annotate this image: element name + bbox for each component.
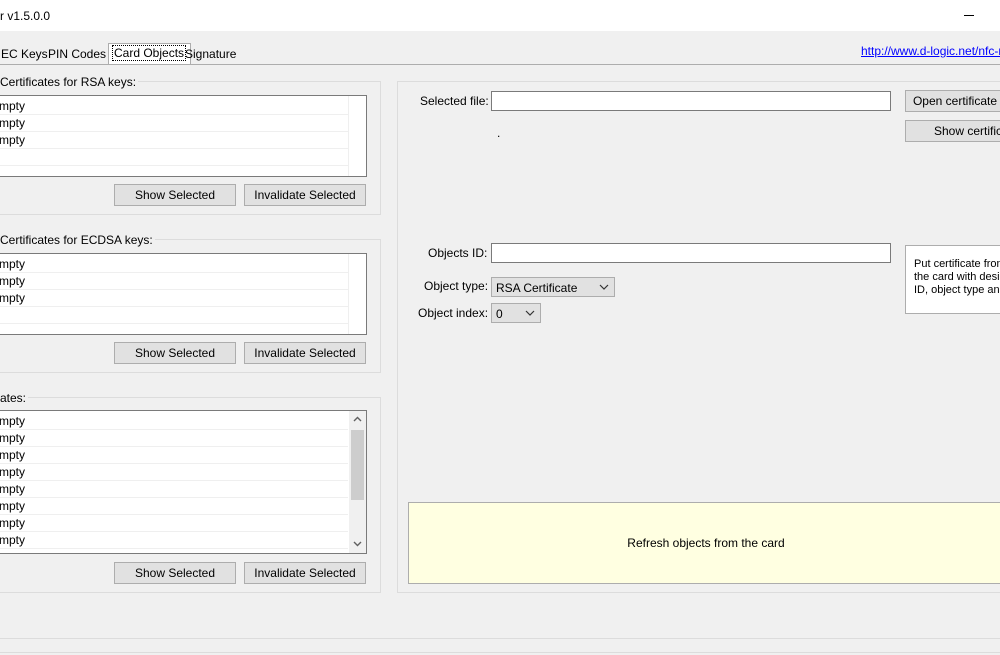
show-certificate-button[interactable]: Show certifica	[905, 120, 1000, 142]
object-index-label: Object index:	[418, 306, 489, 320]
list-item-empty[interactable]	[0, 307, 348, 324]
list-item[interactable]: mpty	[0, 413, 348, 430]
ecdsa-invalidate-selected-button[interactable]: Invalidate Selected	[244, 342, 366, 364]
info-line: ID, object type and	[914, 284, 1000, 296]
info-line: the card with desig	[914, 271, 1000, 283]
tab-label: PIN Codes	[48, 47, 107, 61]
list-item[interactable]: mpty	[0, 532, 348, 549]
ca-show-selected-button[interactable]: Show Selected	[114, 562, 236, 584]
list-item-empty[interactable]	[0, 149, 348, 166]
selected-file-info: .	[497, 126, 501, 140]
list-item[interactable]: mpty	[0, 430, 348, 447]
scroll-up-icon[interactable]	[349, 411, 366, 428]
tab-pin-codes[interactable]: PIN Codes	[44, 45, 111, 64]
tab-card-objects[interactable]: Card Objects	[108, 43, 192, 64]
website-link[interactable]: http://www.d-logic.net/nfc-rfi	[861, 44, 1000, 58]
list-item[interactable]: mpty	[0, 290, 348, 307]
column-divider	[348, 96, 349, 176]
status-divider	[0, 652, 1000, 653]
status-divider	[0, 638, 1000, 639]
rsa-show-selected-button[interactable]: Show Selected	[114, 184, 236, 206]
info-line: Put certificate from	[914, 258, 1000, 270]
ca-list-scrollbar[interactable]	[349, 411, 366, 553]
selected-file-input[interactable]	[491, 91, 891, 111]
object-type-label: Object type:	[424, 279, 489, 293]
ca-certificate-list[interactable]: mpty mpty mpty mpty mpty mpty mpty mpty	[0, 410, 367, 554]
object-type-value: RSA Certificate	[496, 281, 578, 295]
refresh-objects-button[interactable]: Refresh objects from the card	[408, 502, 1000, 584]
minimize-icon	[964, 15, 974, 16]
title-bar	[0, 0, 1000, 31]
window-title: r v1.5.0.0	[0, 9, 51, 23]
list-item[interactable]: mpty	[0, 273, 348, 290]
tab-label: EC Keys	[1, 47, 48, 61]
scroll-thumb[interactable]	[351, 430, 364, 500]
object-index-select[interactable]: 0	[491, 303, 541, 323]
objects-id-input[interactable]	[491, 243, 891, 263]
list-item[interactable]: mpty	[0, 515, 348, 532]
list-item[interactable]: mpty	[0, 464, 348, 481]
tab-signature[interactable]: Signature	[181, 45, 241, 64]
open-certificate-button[interactable]: Open certificate	[905, 90, 1000, 112]
object-type-select[interactable]: RSA Certificate	[491, 277, 615, 297]
objects-id-label: Objects ID:	[428, 246, 488, 260]
object-index-value: 0	[496, 307, 503, 321]
list-item[interactable]: mpty	[0, 115, 348, 132]
tab-divider	[0, 64, 1000, 65]
list-item[interactable]: mpty	[0, 256, 348, 273]
selected-file-label: Selected file:	[420, 94, 489, 108]
rsa-group-title: Certificates for RSA keys:	[0, 75, 139, 89]
list-item[interactable]: mpty	[0, 481, 348, 498]
rsa-certificate-list[interactable]: mpty mpty mpty	[0, 95, 367, 177]
list-item[interactable]: mpty	[0, 498, 348, 515]
chevron-down-icon	[599, 284, 609, 290]
ca-group-title: ates:	[0, 391, 29, 405]
list-item[interactable]: mpty	[0, 132, 348, 149]
chevron-down-icon	[525, 310, 535, 316]
minimize-button[interactable]	[950, 0, 988, 31]
put-certificate-button[interactable]: Put certificate from the card with desig…	[905, 245, 1000, 314]
column-divider	[348, 254, 349, 334]
tab-label: Signature	[185, 47, 237, 61]
ecdsa-certificate-list[interactable]: mpty mpty mpty	[0, 253, 367, 335]
ca-invalidate-selected-button[interactable]: Invalidate Selected	[244, 562, 366, 584]
ecdsa-show-selected-button[interactable]: Show Selected	[114, 342, 236, 364]
scroll-down-icon[interactable]	[349, 536, 366, 553]
list-item[interactable]: mpty	[0, 447, 348, 464]
rsa-invalidate-selected-button[interactable]: Invalidate Selected	[244, 184, 366, 206]
tab-label: Card Objects	[111, 45, 187, 61]
list-item[interactable]: mpty	[0, 98, 348, 115]
ecdsa-group-title: Certificates for ECDSA keys:	[0, 233, 155, 247]
